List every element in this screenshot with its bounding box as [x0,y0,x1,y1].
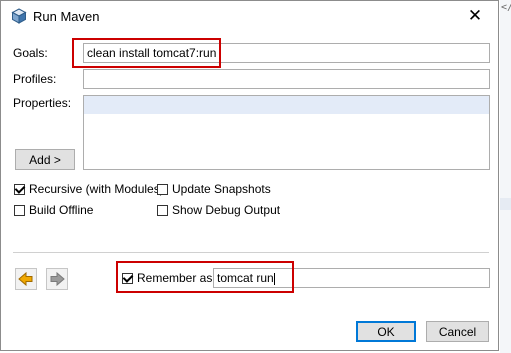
goals-label: Goals: [13,46,48,60]
close-button[interactable]: ✕ [452,1,498,31]
show-debug-output-checkbox[interactable] [157,204,168,216]
profiles-label: Profiles: [13,72,57,86]
recursive-label: Recursive (with Modules) [29,182,164,196]
cancel-label: Cancel [438,324,477,339]
close-icon: ✕ [467,6,483,25]
build-offline-checkbox[interactable] [14,204,25,216]
add-button-label: Add > [29,152,61,167]
properties-textarea[interactable] [83,95,490,170]
goals-highlight-box [72,38,221,68]
ok-label: OK [377,324,395,339]
recursive-option[interactable]: Recursive (with Modules) [14,181,164,197]
separator [13,252,489,253]
show-debug-output-option[interactable]: Show Debug Output [157,202,280,218]
dialog-title: Run Maven [33,9,100,24]
background-code-fragment: </ [501,2,511,13]
ok-button[interactable]: OK [356,321,416,342]
add-property-button[interactable]: Add > [15,149,75,170]
cancel-button[interactable]: Cancel [426,321,489,342]
update-snapshots-option[interactable]: Update Snapshots [157,181,271,197]
recursive-checkbox[interactable] [14,183,25,195]
properties-selected-row [84,96,489,114]
maven-cube-icon [11,8,27,24]
update-snapshots-label: Update Snapshots [172,182,271,196]
next-button[interactable] [46,268,68,290]
profiles-input[interactable] [83,69,490,89]
properties-label: Properties: [13,96,72,110]
build-offline-option[interactable]: Build Offline [14,202,93,218]
build-offline-label: Build Offline [29,203,94,217]
run-maven-dialog: Run Maven ✕ Goals: clean install tomcat7… [0,0,499,351]
previous-button[interactable] [15,268,37,290]
arrow-left-icon [18,271,33,287]
background-editor [500,0,511,353]
title-bar[interactable]: Run Maven ✕ [1,1,498,31]
update-snapshots-checkbox[interactable] [157,183,168,195]
remember-as-highlight-box [116,261,294,293]
show-debug-output-label: Show Debug Output [172,203,281,217]
arrow-right-icon [50,271,65,287]
background-highlight-bar [500,198,511,210]
